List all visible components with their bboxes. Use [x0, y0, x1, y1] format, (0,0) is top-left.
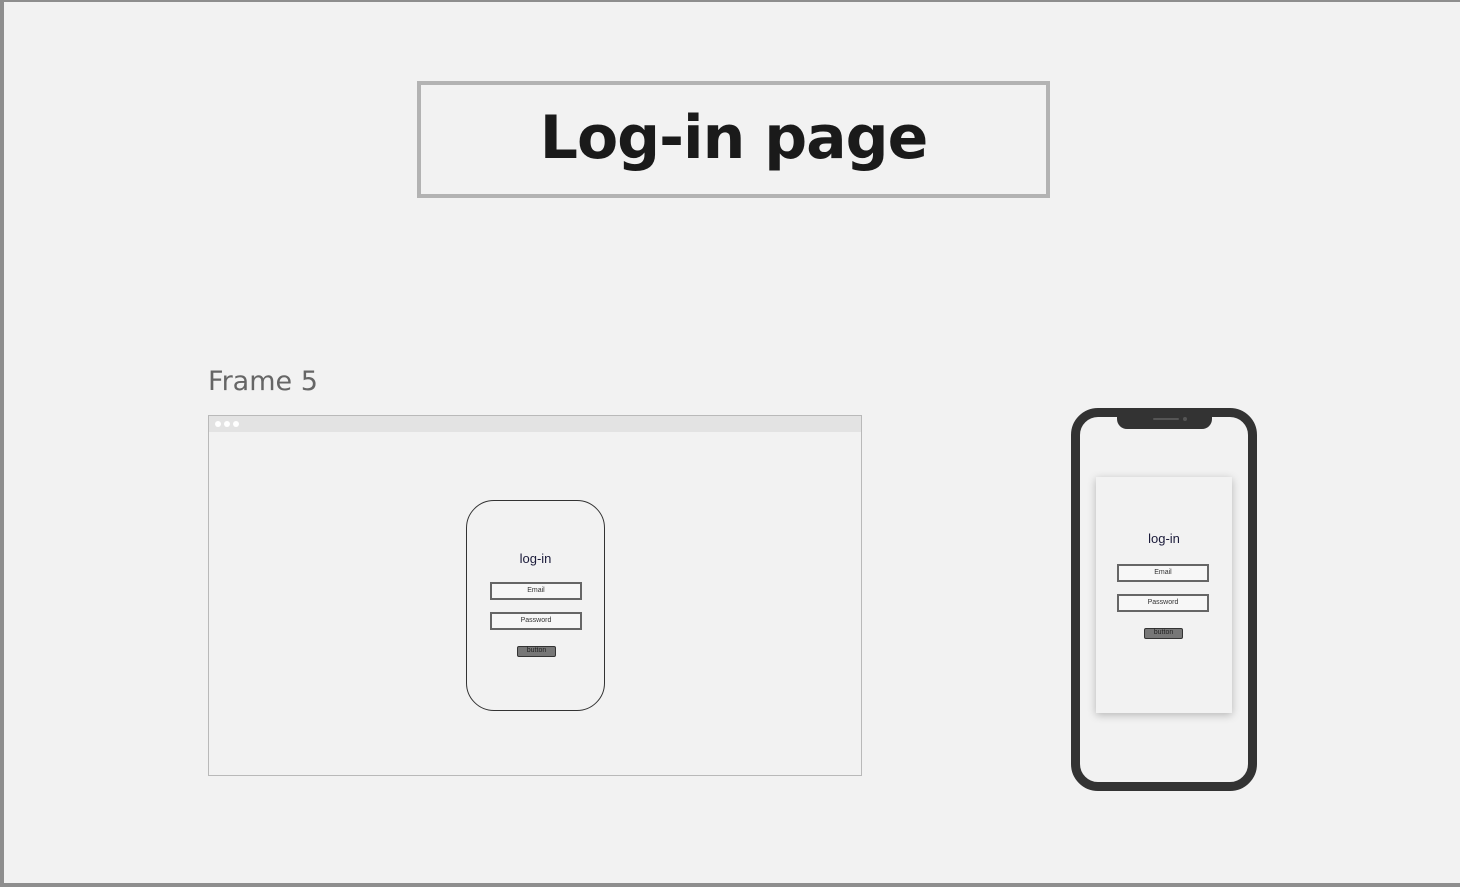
window-dot-icon — [215, 421, 221, 427]
window-dot-icon — [233, 421, 239, 427]
email-field[interactable]: Email — [490, 582, 582, 600]
login-title: log-in — [519, 551, 552, 566]
phone-login-screen: log-in Email Password button — [1096, 477, 1232, 713]
speaker-icon — [1153, 418, 1179, 420]
frame-label[interactable]: Frame 5 — [208, 366, 318, 397]
window-dot-icon — [224, 421, 230, 427]
browser-frame[interactable]: log-in Email Password button — [208, 415, 862, 776]
mobile-email-field[interactable]: Email — [1117, 564, 1209, 582]
phone-frame: log-in Email Password button — [1071, 408, 1257, 791]
login-card: log-in Email Password button — [466, 500, 605, 711]
browser-titlebar — [209, 416, 861, 432]
phone-notch — [1117, 415, 1212, 429]
camera-icon — [1183, 417, 1187, 421]
mobile-login-title: log-in — [1148, 531, 1180, 546]
page-title: Log-in page — [539, 102, 929, 173]
mobile-password-field[interactable]: Password — [1117, 594, 1209, 612]
page-title-box[interactable]: Log-in page — [417, 81, 1050, 198]
mobile-login-button[interactable]: button — [1144, 628, 1183, 639]
login-button[interactable]: button — [517, 646, 556, 657]
password-field[interactable]: Password — [490, 612, 582, 630]
